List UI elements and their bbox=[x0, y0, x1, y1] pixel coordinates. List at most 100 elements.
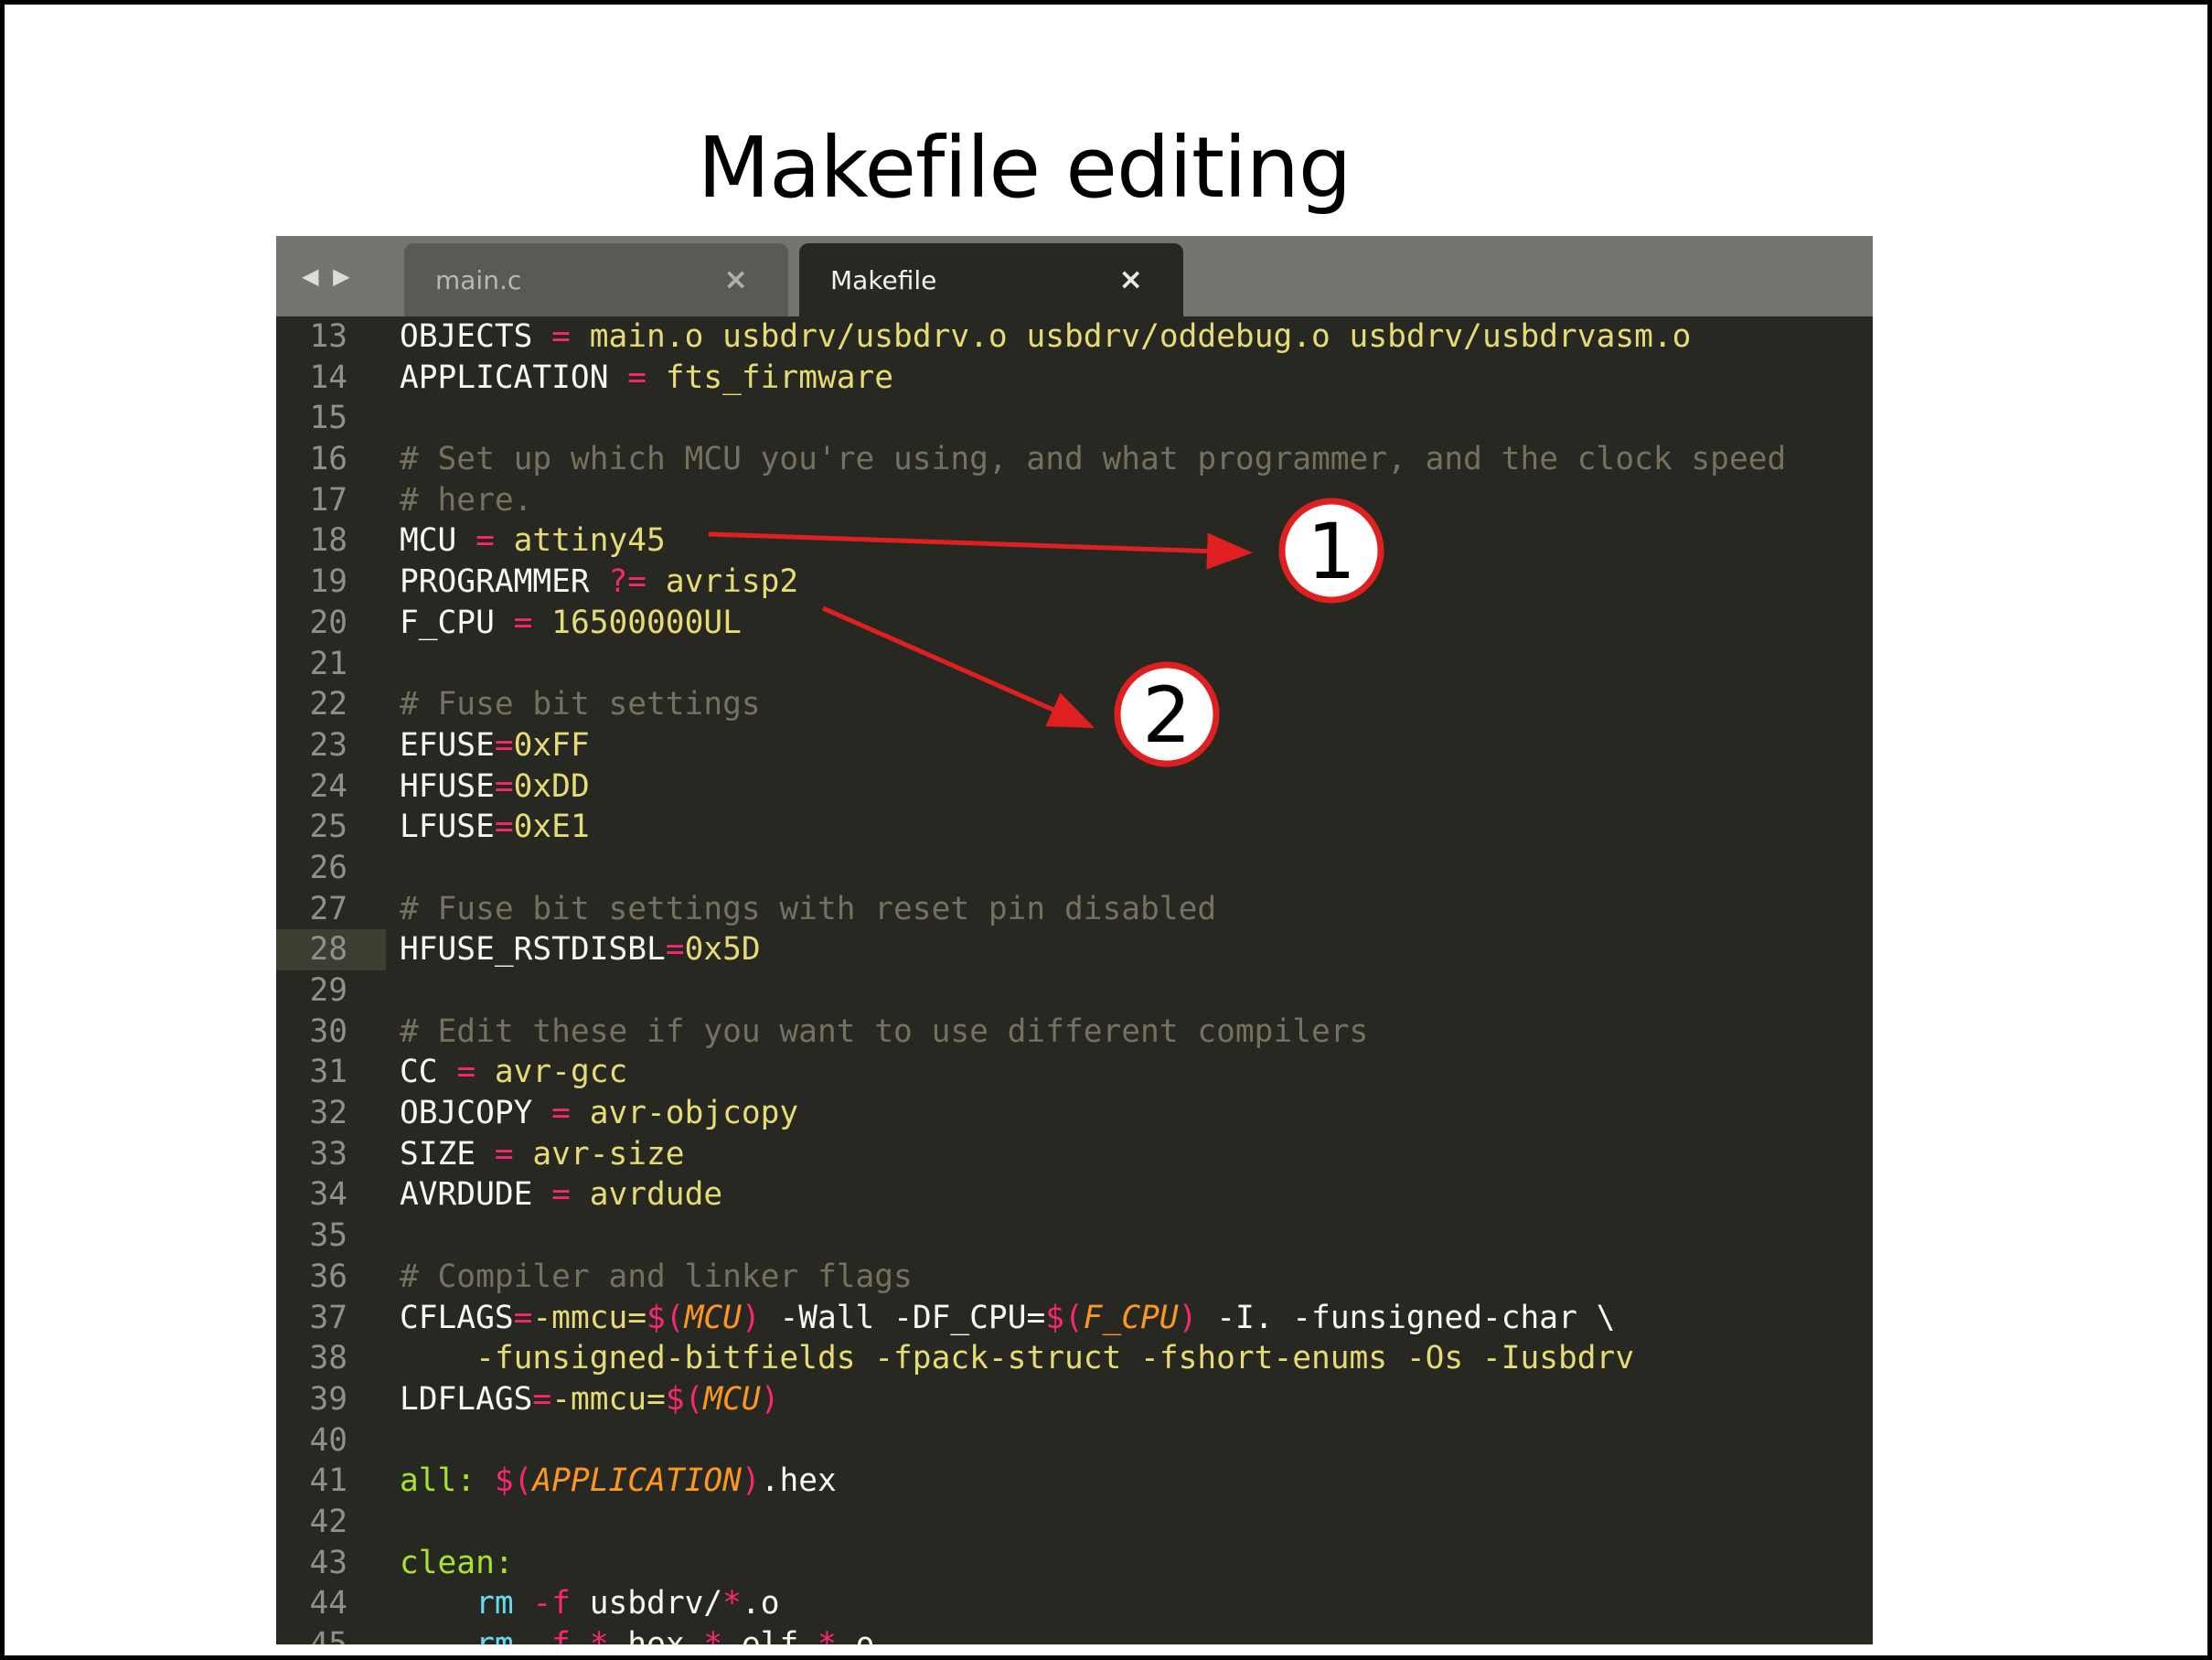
code-line[interactable]: 15 bbox=[276, 398, 1873, 439]
tab-bar: ◀ ▶ main.c × Makefile × bbox=[276, 236, 1873, 316]
code-token: .hex bbox=[760, 1462, 837, 1500]
code-token: avrisp2 bbox=[665, 563, 799, 601]
tab-label: main.c bbox=[435, 265, 522, 295]
code-token: F_CPU bbox=[400, 604, 495, 641]
code-line[interactable]: 43 clean: bbox=[276, 1543, 1873, 1584]
code-line[interactable]: 27 # Fuse bit settings with reset pin dis… bbox=[276, 889, 1873, 930]
code-token: avr-size bbox=[532, 1135, 685, 1173]
code-token: avr-objcopy bbox=[589, 1095, 799, 1132]
code-line-text: OBJCOPY = avr-objcopy bbox=[400, 1093, 798, 1134]
code-token: * bbox=[722, 1585, 742, 1623]
code-line[interactable]: 24 HFUSE=0xDD bbox=[276, 766, 1873, 808]
code-line[interactable]: 38 -funsigned-bitfields -fpack-struct -f… bbox=[276, 1338, 1873, 1379]
close-icon[interactable]: × bbox=[723, 262, 748, 296]
code-token: 16500000UL bbox=[551, 604, 742, 641]
code-token: EFUSE bbox=[400, 726, 495, 764]
line-number: 44 bbox=[309, 1585, 347, 1623]
code-line[interactable]: 31 CC = avr-gcc bbox=[276, 1052, 1873, 1093]
code-token: = bbox=[532, 318, 590, 355]
code-line[interactable]: 25 LFUSE=0xE1 bbox=[276, 807, 1873, 848]
code-token: APPLICATION bbox=[400, 359, 609, 396]
code-token: HFUSE_RSTDISBL bbox=[400, 931, 666, 969]
code-token: = bbox=[494, 809, 514, 846]
code-token: rm bbox=[476, 1585, 514, 1623]
code-token: ) bbox=[1178, 1299, 1198, 1336]
code-token: PROGRAMMER bbox=[400, 563, 590, 601]
code-line[interactable]: 36 # Compiler and linker flags bbox=[276, 1257, 1873, 1298]
code-token: -f bbox=[513, 1585, 590, 1623]
slide-title: Makefile editing bbox=[697, 119, 1352, 217]
code-line[interactable]: 37 CFLAGS=-mmcu=$(MCU) -Wall -DF_CPU=$(F_… bbox=[276, 1298, 1873, 1339]
code-token: .o bbox=[836, 1626, 875, 1644]
code-line[interactable]: 42 bbox=[276, 1502, 1873, 1543]
code-line[interactable]: 45 rm -f *.hex *.elf *.o bbox=[276, 1624, 1873, 1644]
code-token: .elf bbox=[722, 1626, 818, 1644]
tab-label: Makefile bbox=[830, 265, 937, 295]
line-number: 42 bbox=[309, 1503, 347, 1540]
code-line[interactable]: 16 # Set up which MCU you're using, and w… bbox=[276, 439, 1873, 480]
code-line[interactable]: 28 HFUSE_RSTDISBL=0x5D bbox=[276, 929, 1873, 970]
code-token: * bbox=[703, 1626, 723, 1644]
line-number: 30 bbox=[309, 1012, 347, 1050]
code-line[interactable]: 18 MCU = attiny45 bbox=[276, 520, 1873, 562]
line-number: 23 bbox=[309, 726, 347, 764]
code-line[interactable]: 29 bbox=[276, 970, 1873, 1012]
code-line[interactable]: 13 OBJECTS = main.o usbdrv/usbdrv.o usbdr… bbox=[276, 316, 1873, 358]
code-token: = bbox=[532, 1095, 590, 1132]
code-line[interactable]: 40 bbox=[276, 1420, 1873, 1462]
code-token: ) bbox=[760, 1380, 780, 1418]
code-line[interactable]: 44 rm -f usbdrv/*.o bbox=[276, 1583, 1873, 1624]
line-number: 15 bbox=[309, 400, 347, 437]
code-token: APPLICATION bbox=[532, 1462, 742, 1500]
code-line-text: # here. bbox=[400, 480, 532, 521]
tab-main-c[interactable]: main.c × bbox=[404, 243, 788, 316]
code-token: = bbox=[665, 931, 685, 969]
code-line-text: F_CPU = 16500000UL bbox=[400, 603, 742, 644]
code-line[interactable]: 23 EFUSE=0xFF bbox=[276, 725, 1873, 766]
code-token: F_CPU bbox=[1083, 1299, 1179, 1336]
line-number: 22 bbox=[309, 686, 347, 723]
code-token: OBJCOPY bbox=[400, 1095, 533, 1132]
code-line-text: APPLICATION = fts_firmware bbox=[400, 358, 893, 399]
code-token: SIZE bbox=[400, 1135, 476, 1173]
code-token: usbdrv/ bbox=[589, 1585, 723, 1623]
code-token: -I. -funsigned-char \ bbox=[1197, 1299, 1616, 1336]
code-area[interactable]: 13 OBJECTS = main.o usbdrv/usbdrv.o usbdr… bbox=[276, 316, 1873, 1644]
code-token: = bbox=[456, 522, 514, 560]
code-line[interactable]: 17 # here. bbox=[276, 480, 1873, 521]
code-editor[interactable]: ◀ ▶ main.c × Makefile × 13 OBJECTS = main… bbox=[276, 236, 1873, 1644]
code-line[interactable]: 33 SIZE = avr-size bbox=[276, 1134, 1873, 1175]
code-token: * bbox=[817, 1626, 837, 1644]
code-token: LDFLAGS bbox=[400, 1380, 533, 1418]
code-line[interactable]: 34 AVRDUDE = avrdude bbox=[276, 1174, 1873, 1216]
code-token: 0xDD bbox=[513, 767, 590, 805]
code-line[interactable]: 19 PROGRAMMER ?= avrisp2 bbox=[276, 562, 1873, 603]
line-number: 37 bbox=[309, 1299, 347, 1336]
code-token: ) bbox=[741, 1299, 761, 1336]
code-line[interactable]: 21 bbox=[276, 644, 1873, 685]
code-line[interactable]: 41 all: $(APPLICATION).hex bbox=[276, 1461, 1873, 1502]
code-token: = bbox=[476, 1135, 533, 1173]
code-token: main.o usbdrv/usbdrv.o usbdrv/oddebug.o … bbox=[589, 318, 1692, 355]
code-line[interactable]: 22 # Fuse bit settings bbox=[276, 684, 1873, 725]
code-token: # Set up which MCU you're using, and wha… bbox=[400, 441, 1787, 478]
code-line-text: MCU = attiny45 bbox=[400, 520, 666, 562]
code-line[interactable]: 26 bbox=[276, 848, 1873, 889]
code-token: = bbox=[494, 767, 514, 805]
code-line[interactable]: 14 APPLICATION = fts_firmware bbox=[276, 358, 1873, 399]
code-line[interactable]: 30 # Edit these if you want to use differ… bbox=[276, 1012, 1873, 1053]
line-number: 18 bbox=[309, 522, 347, 560]
tab-makefile[interactable]: Makefile × bbox=[799, 243, 1183, 316]
code-token: = bbox=[608, 359, 666, 396]
code-token: rm bbox=[476, 1626, 514, 1644]
code-line[interactable]: 35 bbox=[276, 1216, 1873, 1257]
close-icon[interactable]: × bbox=[1118, 262, 1143, 296]
code-token: 0x5D bbox=[684, 931, 761, 969]
code-line[interactable]: 20 F_CPU = 16500000UL bbox=[276, 603, 1873, 644]
tab-nav-arrows-icon[interactable]: ◀ ▶ bbox=[302, 263, 354, 289]
code-line[interactable]: 39 LDFLAGS=-mmcu=$(MCU) bbox=[276, 1379, 1873, 1420]
code-token: .o bbox=[741, 1585, 780, 1623]
code-line[interactable]: 32 OBJCOPY = avr-objcopy bbox=[276, 1093, 1873, 1134]
code-token: clean: bbox=[400, 1544, 514, 1581]
